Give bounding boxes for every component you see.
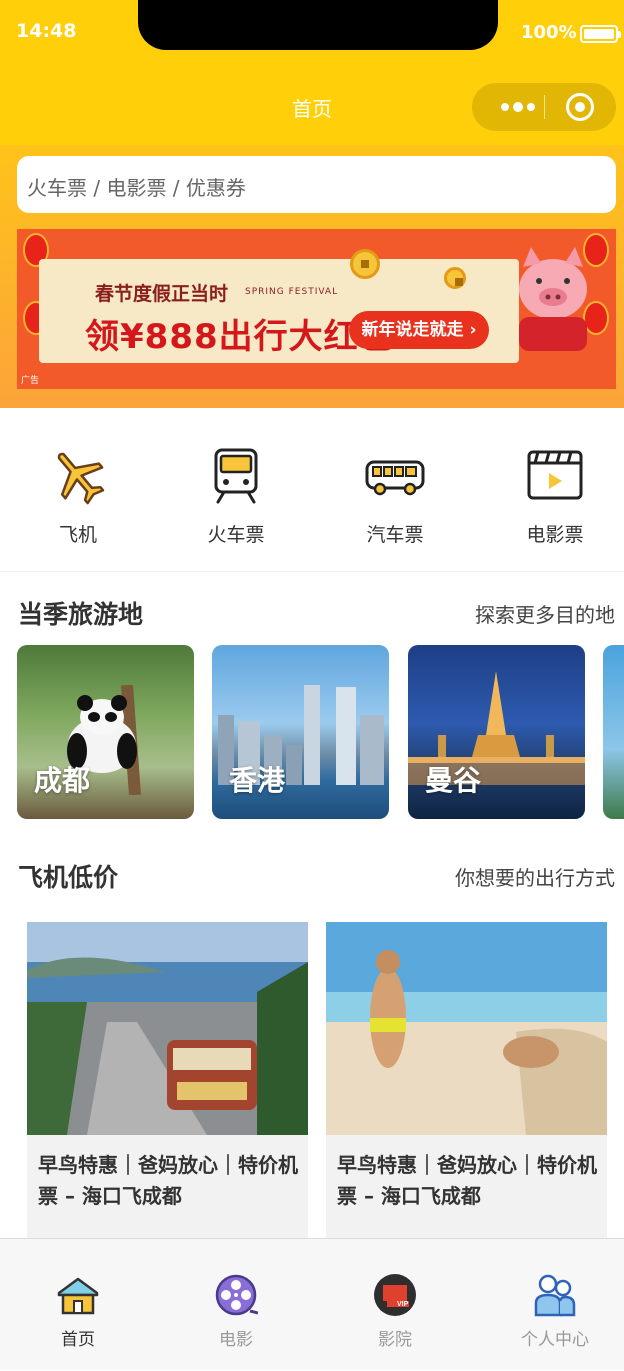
category-label: 电影票	[526, 524, 584, 546]
tab-label: 影院	[378, 1330, 412, 1350]
deal-photo	[326, 922, 607, 1135]
deal-title: 早鸟特惠｜爸妈放心｜特价机票 – 海口飞成都	[337, 1153, 597, 1208]
mini-program-capsule	[472, 83, 616, 131]
destination-card[interactable]: 成都	[17, 645, 194, 819]
search-input[interactable]: 火车票 / 电影票 / 优惠券	[17, 156, 616, 213]
ad-tag: 广告	[21, 376, 40, 386]
category-label: 汽车票	[366, 524, 424, 546]
promo-banner[interactable]: 春节度假正当时 SPRING FESTIVAL 领¥888出行大红包 新年说走就…	[17, 229, 616, 389]
battery-icon	[580, 25, 621, 43]
film-reel-icon	[215, 1274, 258, 1316]
destinations-more-link[interactable]: 探索更多目的地	[475, 599, 615, 628]
tab-movie[interactable]: 电影	[158, 1239, 314, 1371]
capsule-divider	[544, 95, 545, 119]
home-icon	[57, 1277, 99, 1315]
tab-profile[interactable]: 个人中心	[477, 1239, 624, 1371]
tab-label: 首页	[61, 1330, 95, 1350]
category-movie[interactable]: 电影票	[477, 408, 624, 572]
category-grid: 飞机 火车票 汽车票 电影票	[0, 408, 624, 572]
movie-icon	[527, 450, 583, 500]
tab-label: 电影	[219, 1330, 253, 1350]
deals-more-link[interactable]: 你想要的出行方式	[455, 862, 615, 891]
device-notch	[138, 0, 498, 50]
category-flight[interactable]: 飞机	[0, 408, 156, 572]
deals-title: 飞机低价	[18, 863, 119, 892]
more-icon[interactable]	[492, 97, 544, 117]
banner-cta-button[interactable]: 新年说走就走 ›	[349, 311, 489, 349]
category-label: 飞机	[58, 524, 97, 546]
deal-card[interactable]: 早鸟特惠｜爸妈放心｜特价机票 – 海口飞成都	[326, 922, 607, 1242]
tab-home[interactable]: 首页	[0, 1239, 156, 1371]
deal-photo	[27, 922, 308, 1135]
destination-card[interactable]: 香港	[212, 645, 389, 819]
top-bar: 14:48 100% 首页	[0, 0, 624, 145]
banner-headline: 领¥888出行大红包	[85, 317, 394, 357]
banner-cta-label: 新年说走就走	[361, 320, 464, 340]
tab-bar: 首页 电影 VIP 影院 个人中心	[0, 1238, 624, 1370]
airplane-icon	[57, 452, 105, 505]
bus-icon	[365, 460, 425, 496]
coin-icon	[350, 249, 380, 279]
deal-title: 早鸟特惠｜爸妈放心｜特价机票 – 海口飞成都	[38, 1153, 298, 1208]
banner-subtitle: 春节度假正当时	[95, 283, 229, 305]
user-center-icon	[534, 1274, 576, 1317]
tab-cinema[interactable]: VIP 影院	[317, 1239, 473, 1371]
close-target-icon[interactable]	[566, 93, 594, 121]
search-placeholder: 火车票 / 电影票 / 优惠券	[27, 176, 246, 200]
banner-subtitle-en: SPRING FESTIVAL	[245, 287, 339, 297]
svg-text:VIP: VIP	[397, 1301, 409, 1308]
destination-name: 香港	[229, 764, 286, 797]
destination-name: 曼谷	[425, 764, 482, 797]
category-label: 火车票	[207, 524, 265, 546]
coin-icon	[444, 267, 466, 289]
destination-card-partial[interactable]	[603, 645, 624, 819]
destination-card[interactable]: 曼谷	[408, 645, 585, 819]
pig-icon	[519, 247, 587, 351]
tab-label: 个人中心	[521, 1330, 589, 1350]
status-time: 14:48	[16, 20, 77, 42]
destination-name: 成都	[34, 764, 91, 797]
category-train[interactable]: 火车票	[158, 408, 314, 572]
deal-card[interactable]: 早鸟特惠｜爸妈放心｜特价机票 – 海口飞成都	[27, 922, 308, 1242]
train-icon	[214, 448, 258, 504]
destinations-title: 当季旅游地	[18, 600, 144, 629]
category-bus[interactable]: 汽车票	[317, 408, 473, 572]
vip-cinema-icon: VIP	[374, 1274, 416, 1316]
battery-percent: 100%	[521, 22, 577, 43]
